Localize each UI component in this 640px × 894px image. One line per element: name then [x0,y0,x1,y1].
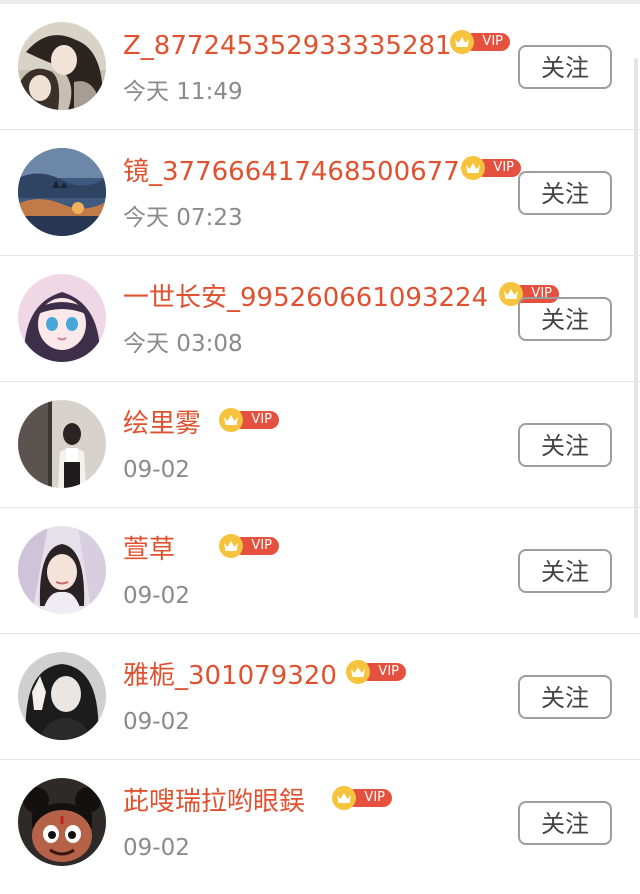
list-item[interactable]: 绘里雾 VIP 09-02 关注 [0,382,640,508]
avatar[interactable] [18,274,106,362]
avatar[interactable] [18,400,106,488]
crown-icon [450,30,474,54]
avatar[interactable] [18,22,106,110]
avatar[interactable] [18,778,106,866]
list-item[interactable]: 雅栀_301079320 VIP 09-02 关注 [0,634,640,760]
username[interactable]: 茈嗖瑞拉哟眼鋘 [123,786,305,818]
follow-button[interactable]: 关注 [518,423,612,467]
list-item[interactable]: 茈嗖瑞拉哟眼鋘 VIP 09-02 关注 [0,760,640,886]
follow-button[interactable]: 关注 [518,675,612,719]
scrollbar[interactable] [634,58,638,618]
avatar[interactable] [18,652,106,740]
vip-badge: VIP [332,786,392,810]
username[interactable]: Z_8772453529333​35281 [123,30,452,62]
timestamp: 今天 03:08 [123,331,243,357]
crown-icon [219,534,243,558]
timestamp: 09-02 [123,457,190,483]
avatar[interactable] [18,148,106,236]
follow-button[interactable]: 关注 [518,549,612,593]
follow-button[interactable]: 关注 [518,801,612,845]
timestamp: 09-02 [123,709,190,735]
timestamp: 09-02 [123,835,190,861]
crown-icon [461,156,485,180]
username[interactable]: 雅栀_301079320 [123,660,337,692]
follow-button[interactable]: 关注 [518,297,612,341]
timestamp: 今天 07:23 [123,205,243,231]
follow-list: Z_8772453529333​35281 VIP 今天 11:49 关注 镜_… [0,4,640,886]
vip-badge: VIP [346,660,406,684]
follow-button[interactable]: 关注 [518,171,612,215]
list-item[interactable]: 镜_377666417468500677 VIP 今天 07:23 关注 [0,130,640,256]
crown-icon [332,786,356,810]
follow-button[interactable]: 关注 [518,45,612,89]
vip-badge: VIP [461,156,521,180]
list-item[interactable]: Z_8772453529333​35281 VIP 今天 11:49 关注 [0,4,640,130]
timestamp: 09-02 [123,583,190,609]
vip-badge: VIP [450,30,510,54]
username[interactable]: 绘里雾 [123,408,201,440]
list-item[interactable]: 萱草 VIP 09-02 关注 [0,508,640,634]
avatar[interactable] [18,526,106,614]
list-item[interactable]: 一世长安_995260661093224 VIP 今天 03:08 关注 [0,256,640,382]
crown-icon [346,660,370,684]
vip-badge: VIP [219,534,279,558]
username[interactable]: 萱草 [123,534,175,566]
vip-badge: VIP [219,408,279,432]
timestamp: 今天 11:49 [123,79,243,105]
username[interactable]: 镜_377666417468500677 [123,156,460,188]
crown-icon [219,408,243,432]
username[interactable]: 一世长安_995260661093224 [123,282,488,314]
